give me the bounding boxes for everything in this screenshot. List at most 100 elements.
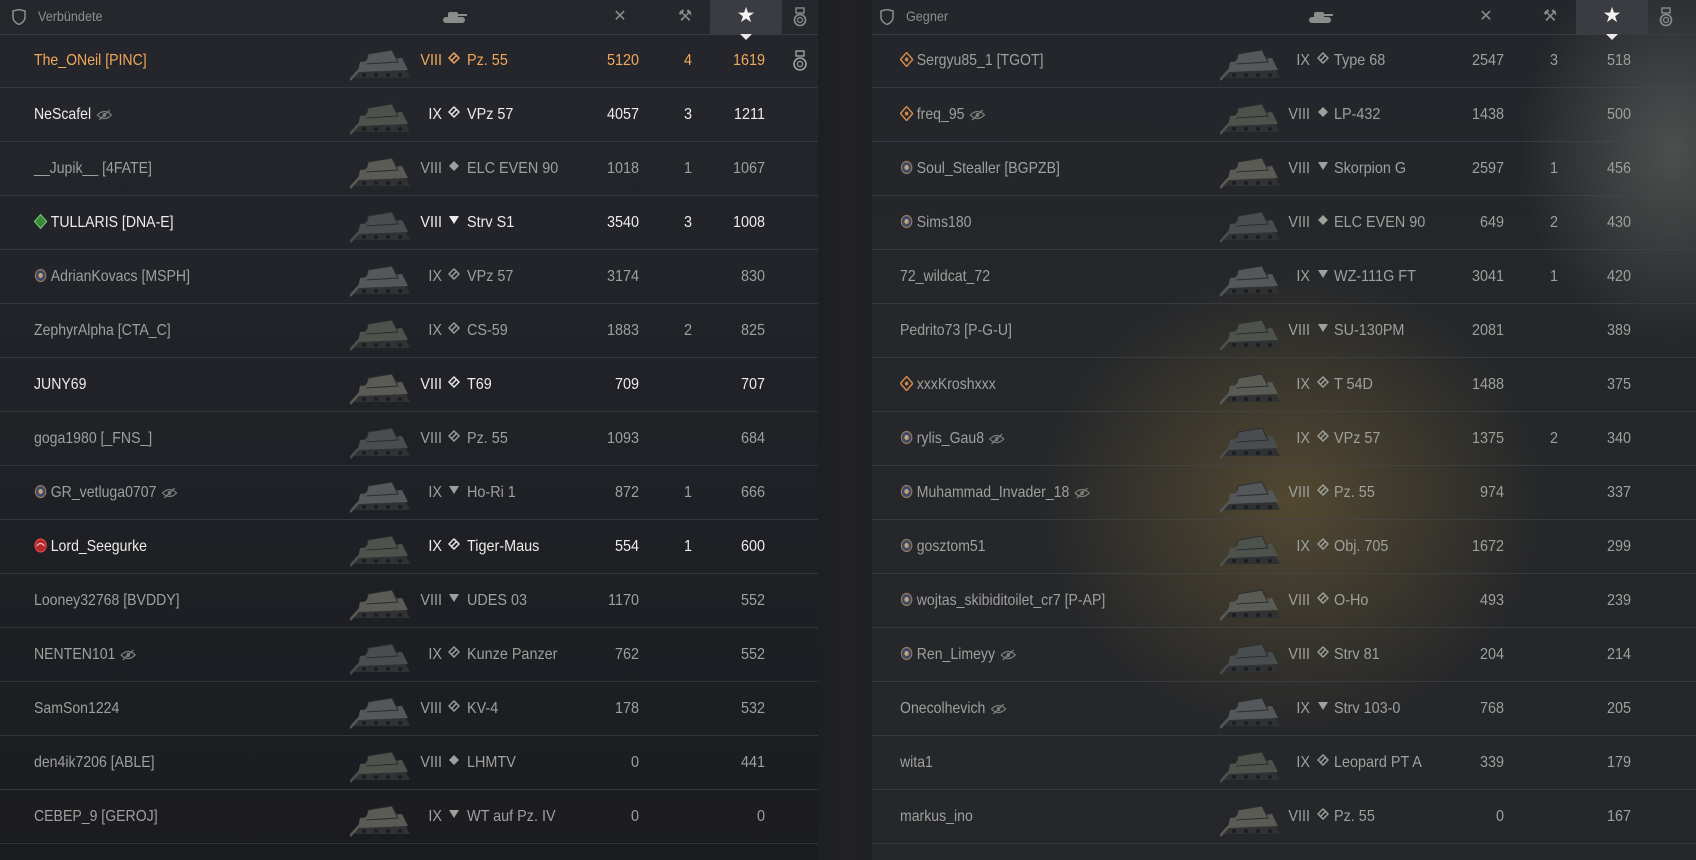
vehicle-class-glyph-icon bbox=[1318, 215, 1328, 225]
vehicle-name: Ho-Ri 1 bbox=[467, 484, 516, 501]
player-row[interactable]: rylis_Gau8 IX VPz 57 1375 2 340 bbox=[872, 412, 1696, 466]
player-row[interactable]: freq_95 VIII LP-432 1438 500 bbox=[872, 88, 1696, 142]
player-row[interactable]: NENTEN101 IX Kunze Panzer 762 552 bbox=[0, 628, 818, 682]
player-row[interactable]: goga1980 [_FNS_] VIII Pz. 55 1093 684 bbox=[0, 412, 818, 466]
vehicle-class-glyph-icon bbox=[1317, 484, 1329, 496]
tank-thumbnail-icon bbox=[1220, 535, 1280, 567]
player-row[interactable]: AdrianKovacs [MSPH] IX VPz 57 3174 830 bbox=[0, 250, 818, 304]
player-row[interactable]: JUNY69 VIII T69 709 707 bbox=[0, 358, 818, 412]
enemies-header: Gegner ✕ ⚒ ★ bbox=[872, 0, 1696, 40]
vehicle-class-glyph-icon bbox=[449, 161, 459, 171]
xp-value: 552 bbox=[740, 646, 765, 663]
xp-value: 441 bbox=[740, 754, 765, 771]
assist-icon[interactable]: ⚒ bbox=[672, 6, 698, 28]
player-row[interactable]: Lord_Seegurke IX Tiger-Maus 554 1 600 bbox=[0, 520, 818, 574]
tank-thumbnail-icon bbox=[350, 427, 410, 459]
kills-value: 3 bbox=[1549, 52, 1558, 69]
tank-thumbnail-icon bbox=[350, 103, 410, 135]
tank-icon[interactable] bbox=[440, 9, 468, 25]
xp-value: 430 bbox=[1606, 214, 1631, 231]
shield-icon bbox=[880, 9, 894, 25]
player-row[interactable]: CEBEP_9 [GEROJ] IX WT auf Pz. IV 0 0 bbox=[0, 790, 818, 844]
vehicle-name: VPz 57 bbox=[467, 268, 514, 285]
vehicle-class-icon bbox=[447, 520, 461, 573]
player-row[interactable]: NeScafel IX VPz 57 4057 3 1211 bbox=[0, 88, 818, 142]
player-name-cell: The_ONeil [PINC] bbox=[34, 34, 147, 87]
vehicle-name: Strv 81 bbox=[1334, 646, 1380, 663]
player-row[interactable]: markus_ino VIII Pz. 55 0 167 bbox=[872, 790, 1696, 844]
vehicle-class-icon bbox=[447, 304, 461, 357]
tank-thumbnail-icon bbox=[350, 697, 410, 729]
player-row[interactable]: Soul_Stealler [BGPZB] VIII Skorpion G 2597… bbox=[872, 142, 1696, 196]
tank-thumbnail-icon bbox=[1220, 373, 1280, 405]
vehicle-tier: VIII bbox=[420, 754, 442, 771]
xp-sort-header[interactable]: ★ bbox=[1576, 0, 1648, 40]
player-row[interactable]: wita1 IX Leopard PT A 339 179 bbox=[872, 736, 1696, 790]
player-name: Muhammad_Invader_18 bbox=[916, 484, 1070, 501]
player-name-cell: wojtas_skibiditoilet_cr7 [P-AP] bbox=[900, 574, 1105, 627]
hidden-profile-icon bbox=[989, 433, 1006, 445]
allies-list: The_ONeil [PINC] VIII Pz. 55 5120 4 1619 NeSc… bbox=[0, 34, 818, 844]
player-row[interactable]: ZephyrAlpha [CTA_C] IX CS-59 1883 2 825 bbox=[0, 304, 818, 358]
player-row[interactable]: GR_vetluga0707 IX Ho-Ri 1 872 1 666 bbox=[0, 466, 818, 520]
vehicle-class-glyph-icon bbox=[448, 700, 460, 712]
vehicle-class-glyph-icon bbox=[449, 594, 459, 602]
player-row[interactable]: The_ONeil [PINC] VIII Pz. 55 5120 4 1619 bbox=[0, 34, 818, 88]
vehicle-class-glyph-icon bbox=[1318, 162, 1328, 170]
player-row[interactable]: Muhammad_Invader_18 VIII Pz. 55 974 337 bbox=[872, 466, 1696, 520]
player-row[interactable]: __Jupik__ [4FATE] VIII ELC EVEN 90 1018 1 10… bbox=[0, 142, 818, 196]
kills-value: 2 bbox=[1549, 214, 1558, 231]
player-row[interactable]: Sergyu85_1 [TGOT] IX Type 68 2547 3 518 bbox=[872, 34, 1696, 88]
medal-icon[interactable] bbox=[792, 7, 808, 27]
tank-icon[interactable] bbox=[1306, 9, 1334, 25]
vehicle-tier: VIII bbox=[420, 700, 442, 717]
clan-badge-icon bbox=[900, 376, 914, 391]
tank-thumbnail-icon bbox=[1220, 643, 1280, 675]
vehicle-tier: IX bbox=[428, 484, 442, 501]
tank-thumbnail-icon bbox=[1220, 103, 1280, 135]
player-row[interactable]: TULLARIS [DNA-E] VIII Strv S1 3540 3 1008 bbox=[0, 196, 818, 250]
vehicle-class-glyph-icon bbox=[449, 216, 459, 224]
player-name: Lord_Seegurke bbox=[50, 538, 148, 555]
player-row[interactable]: Onecolhevich IX Strv 103-0 768 205 bbox=[872, 682, 1696, 736]
player-name-cell: Ren_Limeyy bbox=[900, 628, 1017, 681]
player-row[interactable]: wojtas_skibiditoilet_cr7 [P-AP] VIII O-Ho… bbox=[872, 574, 1696, 628]
player-name-cell: Pedrito73 [P-G-U] bbox=[900, 304, 1012, 357]
vehicle-class-icon bbox=[447, 34, 461, 87]
vehicle-tier: VIII bbox=[1288, 214, 1310, 231]
player-name-cell: GR_vetluga0707 bbox=[34, 466, 178, 519]
player-row[interactable]: SamSon1224 VIII KV-4 178 532 bbox=[0, 682, 818, 736]
tank-thumbnail-icon bbox=[1220, 49, 1280, 81]
player-row[interactable]: gosztom51 IX Obj. 705 1672 299 bbox=[872, 520, 1696, 574]
vehicle-class-glyph-icon bbox=[449, 810, 459, 818]
vehicle-name: LHMTV bbox=[467, 754, 516, 771]
vehicle-class-icon bbox=[1316, 574, 1330, 627]
player-row[interactable]: 72_wildcat_72 IX WZ-111G FT 3041 1 420 bbox=[872, 250, 1696, 304]
player-row[interactable]: xxxKroshxxx IX T 54D 1488 375 bbox=[872, 358, 1696, 412]
kills-value: 3 bbox=[683, 214, 692, 231]
vehicle-name: KV-4 bbox=[467, 700, 499, 717]
damage-icon[interactable]: ✕ bbox=[1475, 6, 1497, 28]
vehicle-name: WZ-111G FT bbox=[1334, 268, 1416, 285]
tank-thumbnail-icon bbox=[1220, 481, 1280, 513]
player-row[interactable]: Sims180 VIII ELC EVEN 90 649 2 430 bbox=[872, 196, 1696, 250]
vehicle-name: UDES 03 bbox=[467, 592, 528, 609]
xp-value: 456 bbox=[1606, 160, 1631, 177]
player-row[interactable]: Pedrito73 [P-G-U] VIII SU-130PM 2081 389 bbox=[872, 304, 1696, 358]
player-row[interactable]: Looney32768 [BVDDY] VIII UDES 03 1170 552 bbox=[0, 574, 818, 628]
vehicle-class-icon bbox=[447, 790, 461, 843]
vehicle-class-icon bbox=[1316, 142, 1330, 195]
player-name-cell: Muhammad_Invader_18 bbox=[900, 466, 1091, 519]
player-row[interactable]: den4ik7206 [ABLE] VIII LHMTV 0 441 bbox=[0, 736, 818, 790]
xp-value: 600 bbox=[740, 538, 765, 555]
damage-icon[interactable]: ✕ bbox=[609, 6, 631, 28]
vehicle-tier: IX bbox=[1296, 754, 1310, 771]
player-name-cell: goga1980 [_FNS_] bbox=[34, 412, 152, 465]
player-row[interactable]: Ren_Limeyy VIII Strv 81 204 214 bbox=[872, 628, 1696, 682]
xp-sort-header[interactable]: ★ bbox=[710, 0, 782, 40]
vehicle-name: WT auf Pz. IV bbox=[467, 808, 556, 825]
xp-value: 1067 bbox=[732, 160, 765, 177]
assist-icon[interactable]: ⚒ bbox=[1537, 6, 1563, 28]
medal-icon[interactable] bbox=[1658, 7, 1674, 27]
vehicle-tier: VIII bbox=[420, 160, 442, 177]
